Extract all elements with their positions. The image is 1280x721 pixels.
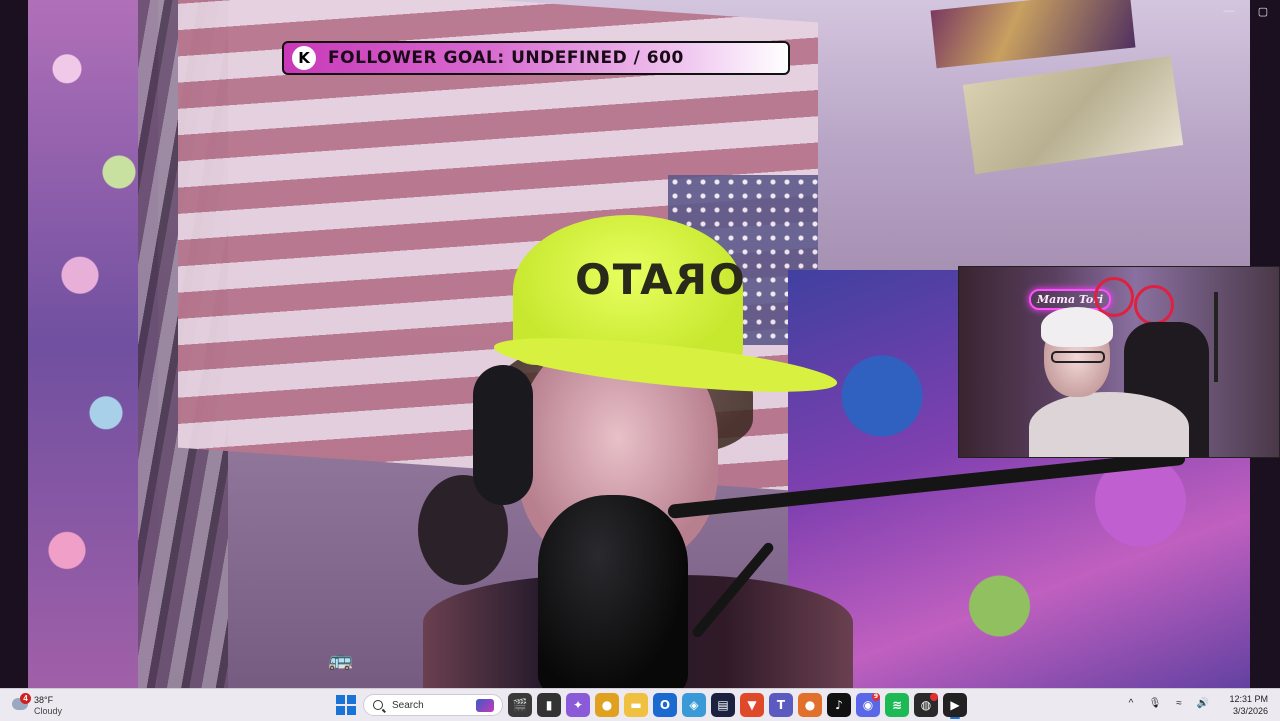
brave-glyph: ▼ xyxy=(747,698,757,712)
firefox-icon[interactable]: ● xyxy=(798,693,822,717)
media-player-icon[interactable]: ▶ xyxy=(943,693,967,719)
follower-goal-bar: K FOLLOWER GOAL: UNDEFINED / 600 xyxy=(282,41,790,75)
teams-glyph: T xyxy=(776,698,786,712)
teams-icon[interactable]: T xyxy=(769,693,793,717)
clapper-icon[interactable]: 🎬 xyxy=(508,693,532,717)
clock-date: 3/3/2026 xyxy=(1232,706,1268,716)
weather-widget[interactable]: 4 38°F Cloudy xyxy=(12,692,82,718)
cohost-hair xyxy=(1041,307,1113,347)
chrome-glyph: ● xyxy=(601,698,613,712)
terminal-glyph: ▮ xyxy=(545,698,553,712)
outlook-glyph: O xyxy=(659,698,671,712)
terminal-icon[interactable]: ▮ xyxy=(537,693,561,717)
search-highlight-icon xyxy=(476,699,494,712)
firefox-glyph: ● xyxy=(804,698,816,712)
glasses xyxy=(1051,351,1105,363)
clock-time: 12:31 PM xyxy=(1229,694,1268,704)
wifi-icon[interactable]: ≈ xyxy=(1172,696,1186,710)
spotify-icon[interactable]: ≋ xyxy=(885,693,909,717)
weather-condition: Cloudy xyxy=(34,706,63,716)
headset xyxy=(473,365,533,505)
photos-icon[interactable]: ◈ xyxy=(682,693,706,717)
bus-icon: 🚌 xyxy=(328,649,353,671)
obs-glyph: ◍ xyxy=(920,698,932,712)
clock[interactable]: 12:31 PM 3/3/2026 xyxy=(1229,693,1268,717)
media-player-glyph: ▶ xyxy=(950,698,960,712)
tiktok-icon[interactable]: ♪ xyxy=(827,693,851,717)
search-icon xyxy=(373,700,383,710)
cap-text: ORATO xyxy=(573,255,745,304)
active-indicator xyxy=(950,717,960,719)
file-explorer-icon[interactable]: ▬ xyxy=(624,693,648,717)
inset-webcam: Mama Tori xyxy=(958,266,1280,458)
volume-icon[interactable]: 🔊 xyxy=(1196,696,1210,710)
file-explorer-glyph: ▬ xyxy=(630,698,642,712)
notification-badge: 9 xyxy=(872,693,880,701)
app-dark-icon[interactable]: ▤ xyxy=(711,693,735,717)
outlook-icon[interactable]: O xyxy=(653,693,677,717)
microphone xyxy=(538,495,688,688)
taskbar-apps: Search 🎬 ▮ ✦ ● ▬ O ◈ ▤ ▼ T ● ♪ ◉ 9 ≋ ◍ ▶ xyxy=(334,692,967,719)
minimize-button[interactable]: — xyxy=(1212,0,1246,22)
maximize-button[interactable]: ▢ xyxy=(1246,0,1280,22)
weather-temperature: 38°F xyxy=(34,695,54,705)
cohost-torso xyxy=(1029,392,1189,457)
discord-icon[interactable]: ◉ 9 xyxy=(856,693,880,717)
tiktok-glyph: ♪ xyxy=(835,698,843,712)
photos-glyph: ◈ xyxy=(689,698,699,712)
camera-tripod xyxy=(1214,292,1218,382)
copilot-glyph: ✦ xyxy=(572,698,584,712)
notification-badge xyxy=(930,693,938,701)
discord-glyph: ◉ xyxy=(862,698,874,712)
windows-logo-icon xyxy=(336,695,345,704)
taskbar: 4 38°F Cloudy Search 🎬 ▮ ✦ ● ▬ O ◈ ▤ ▼ T ● ♪ ◉ 9 ≋ ◍ ▶ … xyxy=(0,688,1280,721)
system-tray: ^ 🎙 ≈ 🔊 xyxy=(1124,696,1210,710)
microphone-icon[interactable]: 🎙 xyxy=(1148,696,1162,710)
search-placeholder: Search xyxy=(392,699,424,711)
search-box[interactable]: Search xyxy=(363,694,503,716)
pinned-apps: 🎬 ▮ ✦ ● ▬ O ◈ ▤ ▼ T ● ♪ ◉ 9 ≋ ◍ ▶ xyxy=(508,693,967,719)
kick-logo-icon: K xyxy=(292,46,316,70)
weather-alert-badge: 4 xyxy=(20,693,31,704)
follower-goal-text: FOLLOWER GOAL: UNDEFINED / 600 xyxy=(328,48,684,68)
clapper-glyph: 🎬 xyxy=(512,698,528,712)
show-hidden-icons-chevron-icon[interactable]: ^ xyxy=(1124,696,1138,710)
start-button[interactable] xyxy=(334,693,358,717)
obs-icon[interactable]: ◍ xyxy=(914,693,938,717)
copilot-icon[interactable]: ✦ xyxy=(566,693,590,717)
brave-icon[interactable]: ▼ xyxy=(740,693,764,717)
heart-decoration xyxy=(1134,285,1174,325)
spotify-glyph: ≋ xyxy=(891,698,903,712)
app-dark-glyph: ▤ xyxy=(717,698,729,712)
chrome-icon[interactable]: ● xyxy=(595,693,619,717)
window-controls: — ▢ xyxy=(1212,0,1280,22)
